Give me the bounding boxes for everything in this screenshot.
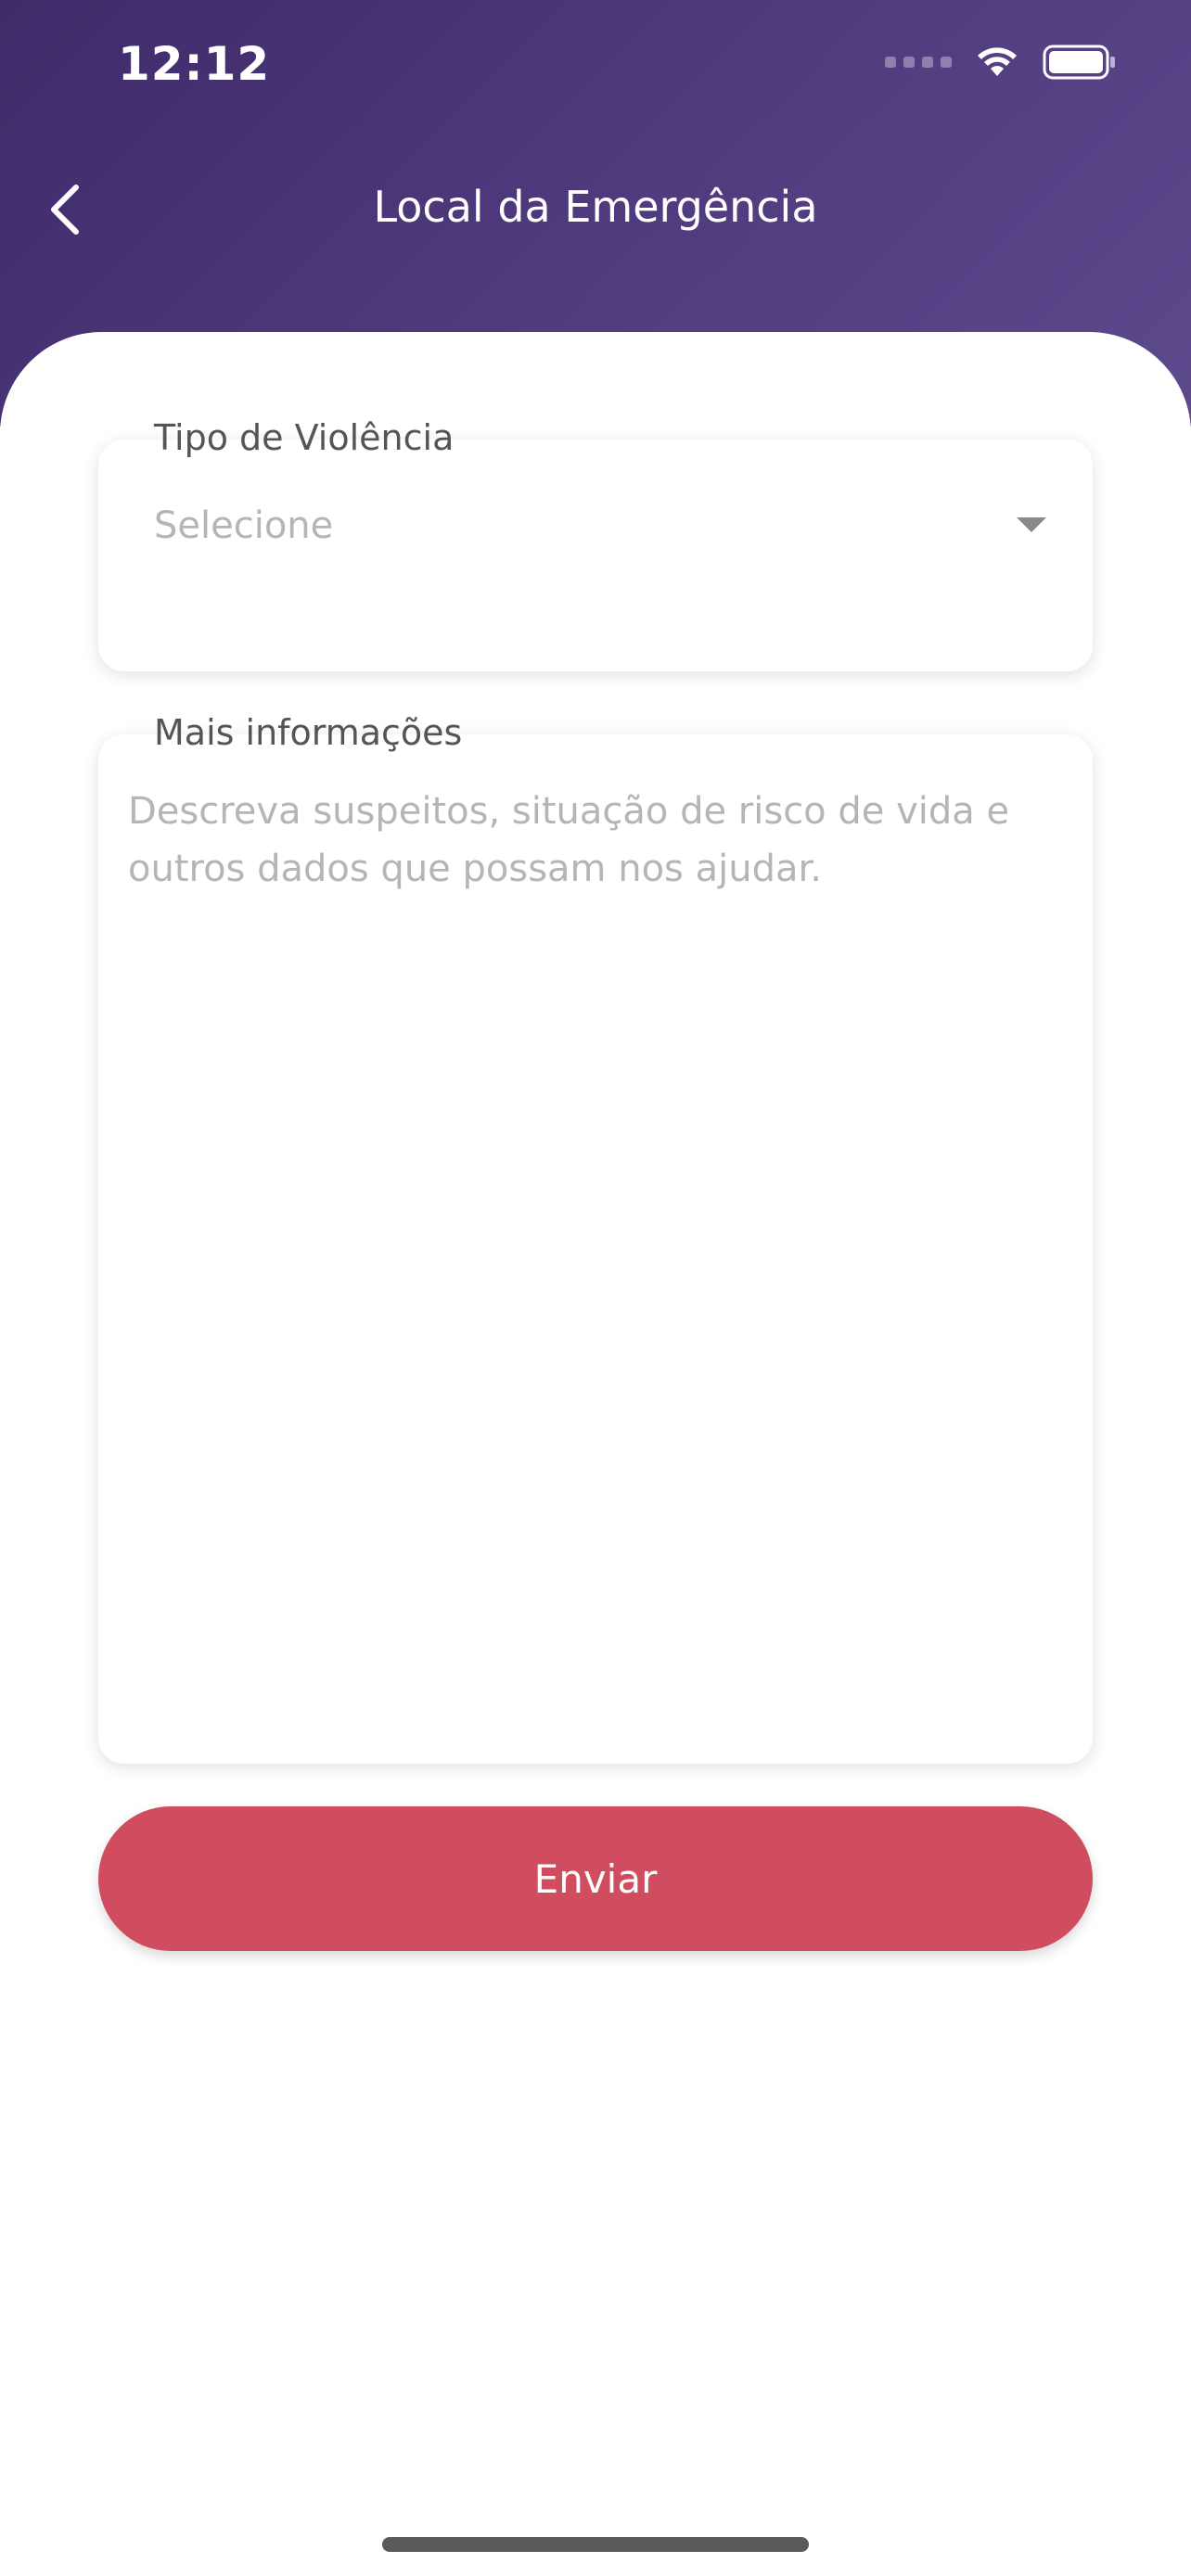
send-button[interactable]: Enviar: [98, 1806, 1093, 1951]
home-indicator: [382, 2537, 809, 2552]
caret-down-icon: [1017, 517, 1046, 532]
status-time: 12:12: [118, 37, 271, 91]
more-info-textarea[interactable]: [126, 781, 1076, 1730]
violence-type-label: Tipo de Violência: [154, 417, 455, 458]
more-info-label: Mais informações: [154, 712, 463, 753]
status-icons: [885, 45, 1117, 80]
battery-icon: [1043, 45, 1115, 80]
wifi-icon: [978, 47, 1017, 76]
more-info-card: Mais informações: [98, 712, 1093, 1764]
signal-icon: [885, 57, 952, 68]
violence-type-placeholder: Selecione: [154, 504, 334, 547]
page-title: Local da Emergência: [373, 182, 818, 232]
violence-type-select[interactable]: Tipo de Violência Selecione: [98, 417, 1093, 671]
